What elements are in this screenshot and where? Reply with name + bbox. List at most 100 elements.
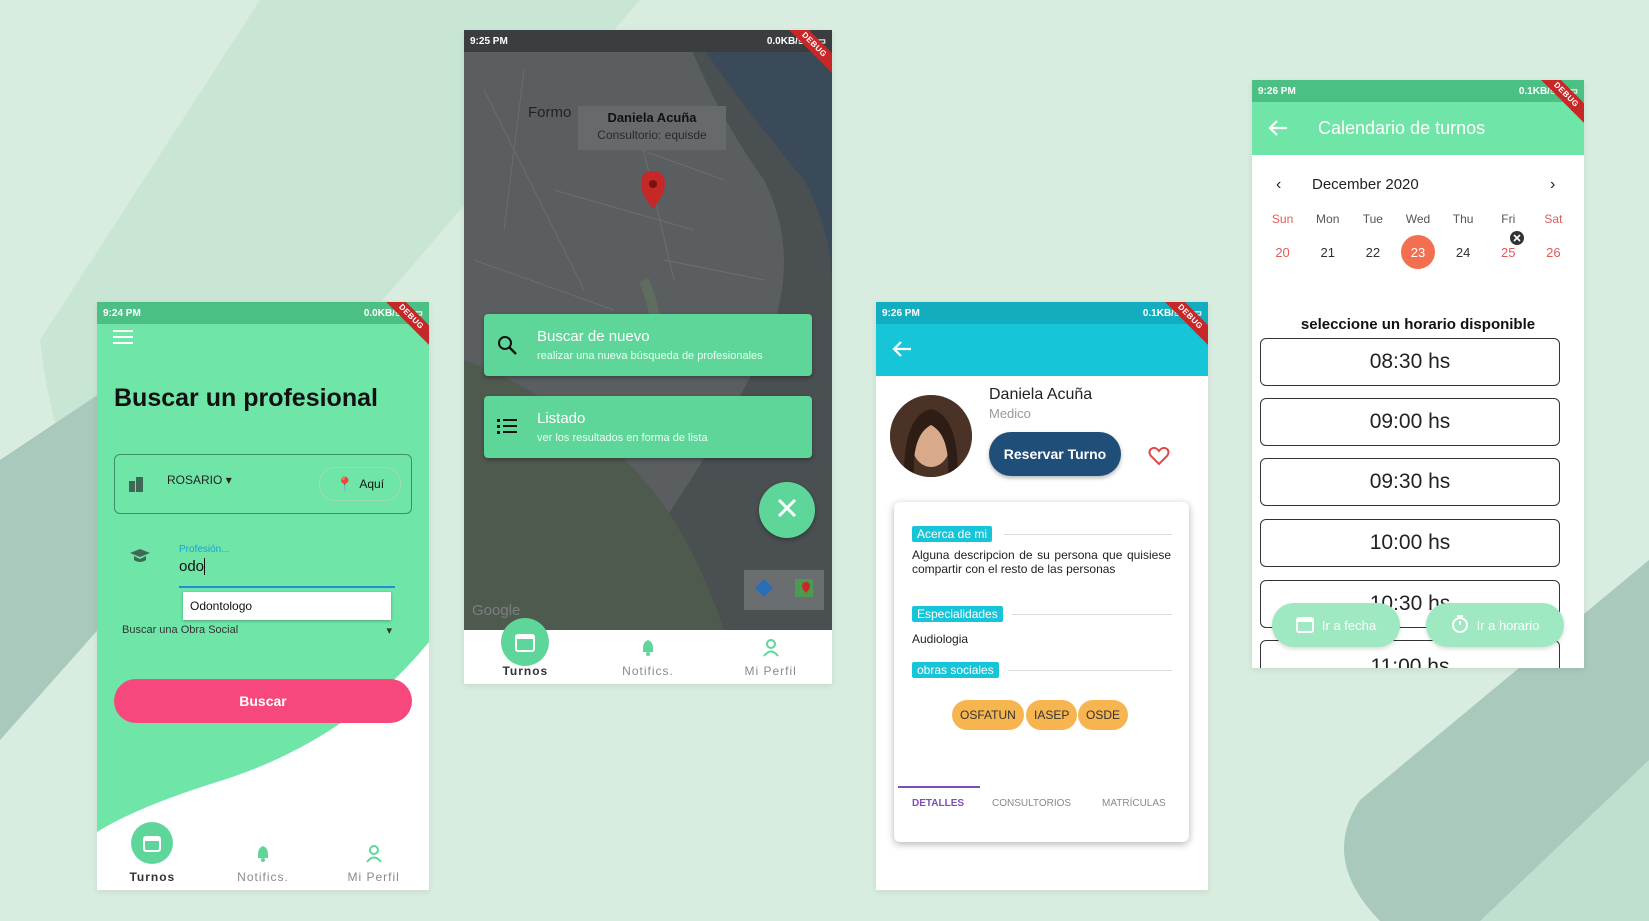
here-button[interactable]: 📍 Aquí: [319, 467, 401, 501]
weekday-row: Sun Mon Tue Wed Thu Fri Sat: [1260, 212, 1576, 226]
fab-label: Ir a fecha: [1321, 617, 1377, 633]
time-slot[interactable]: 08:30 hs: [1260, 338, 1560, 386]
chevron-right-icon[interactable]: ›: [1550, 176, 1555, 194]
obra-social-placeholder: Buscar una Obra Social: [122, 624, 239, 636]
tab-indicator: [898, 786, 980, 788]
page-title: Buscar un profesional: [114, 384, 378, 412]
nav-label: Turnos: [502, 664, 549, 678]
screen-search: 9:24 PM 0.0KB/s▴▭ DEBUG Buscar un profes…: [97, 302, 429, 890]
specialty-value: Audiologia: [912, 632, 969, 646]
nav-profile[interactable]: Mi Perfil: [709, 630, 832, 684]
person-icon: [365, 845, 382, 866]
here-label: Aquí: [359, 477, 385, 491]
status-time: 9:26 PM: [1258, 85, 1296, 97]
go-to-time-fab[interactable]: Ir a horario: [1426, 603, 1564, 647]
go-to-date-fab[interactable]: Ir a fecha: [1272, 603, 1400, 647]
back-arrow-icon[interactable]: [892, 340, 912, 363]
nav-notifications[interactable]: Notifics.: [587, 630, 710, 684]
map-info-popup: Daniela Acuña Consultorio: equisde: [578, 106, 726, 150]
action-subtitle: ver los resultados en forma de lista: [537, 432, 708, 444]
time-slot[interactable]: 09:00 hs: [1260, 398, 1560, 446]
weekday-label: Thu: [1452, 212, 1474, 226]
calendar-icon: [1295, 615, 1314, 636]
status-time: 9:26 PM: [882, 307, 920, 319]
open-maps-icon[interactable]: [794, 578, 814, 603]
profession-value: odo: [179, 558, 205, 575]
city-value: ROSARIO: [167, 473, 223, 487]
profession-input[interactable]: odo​: [179, 558, 395, 588]
map-brand-logo: Google: [472, 602, 521, 619]
weekday-label: Sat: [1544, 212, 1563, 226]
calendar-day[interactable]: 22: [1350, 245, 1395, 260]
tab-licenses[interactable]: MATRÍCULAS: [1102, 798, 1166, 809]
directions-icon[interactable]: [754, 578, 774, 603]
nav-label: Mi Perfil: [347, 870, 400, 884]
time-slot[interactable]: 10:00 hs: [1260, 519, 1560, 567]
professional-role: Medico: [989, 406, 1031, 421]
time-slot[interactable]: 09:30 hs: [1260, 458, 1560, 506]
close-icon: [777, 498, 797, 523]
autocomplete-suggestion[interactable]: Odontologo: [183, 592, 391, 620]
map-toolbar: [744, 570, 824, 610]
professional-name: Daniela Acuña: [989, 386, 1093, 403]
status-bar: 9:26 PM 0.1KB/s▴▭: [876, 302, 1208, 324]
calendar-month: December 2020: [1312, 176, 1419, 193]
screen-map: 9:25 PM 0.0KB/s▴▭ DEBUG Formo Daniela Ac…: [464, 30, 832, 684]
list-results-button[interactable]: Listado ver los resultados en forma de l…: [484, 396, 812, 458]
status-time: 9:24 PM: [103, 307, 141, 319]
status-bar: 9:26 PM 0.1KB/s▴▭: [1252, 80, 1584, 102]
bell-icon: [640, 639, 656, 660]
calendar-day[interactable]: 21: [1305, 245, 1350, 260]
calendar-day[interactable]: 26: [1531, 245, 1576, 260]
nav-turnos[interactable]: Turnos: [464, 618, 587, 684]
city-dropdown[interactable]: ROSARIO ▾: [167, 473, 232, 487]
details-card: Acerca de mi Alguna descripcion de su pe…: [894, 502, 1189, 842]
bottom-navigation: Turnos Notifics. Mi Perfil: [97, 822, 429, 890]
chevron-down-icon: ▾: [225, 473, 232, 487]
action-subtitle: realizar una nueva búsqueda de profesion…: [537, 350, 763, 362]
nav-label: Notifics.: [237, 870, 289, 884]
nav-notifications[interactable]: Notifics.: [208, 836, 319, 890]
specialties-tag: Especialidades: [912, 606, 1003, 622]
status-time: 9:25 PM: [470, 35, 508, 47]
unavailable-icon: [1509, 230, 1524, 248]
screen-appointment-calendar: 9:26 PM 0.1KB/s▴▭ DEBUG Calendario de tu…: [1252, 80, 1584, 668]
weekday-label: Wed: [1405, 212, 1431, 226]
nav-profile[interactable]: Mi Perfil: [318, 836, 429, 890]
tab-offices[interactable]: CONSULTORIOS: [992, 798, 1071, 809]
calendar-icon: [131, 822, 174, 864]
calendar-day[interactable]: 20: [1260, 245, 1305, 260]
avatar: [890, 395, 972, 477]
weekday-label: Tue: [1362, 212, 1383, 226]
bottom-navigation: Turnos Notifics. Mi Perfil: [464, 618, 832, 684]
back-arrow-icon[interactable]: [1268, 119, 1288, 142]
search-button[interactable]: Buscar: [114, 679, 412, 723]
list-icon: [496, 416, 518, 443]
chevron-left-icon[interactable]: ‹: [1276, 176, 1281, 194]
divider: [1004, 534, 1172, 535]
nav-turnos[interactable]: Turnos: [97, 822, 208, 890]
search-again-button[interactable]: Buscar de nuevo realizar una nueva búsqu…: [484, 314, 812, 376]
status-bar: 9:24 PM 0.0KB/s▴▭: [97, 302, 429, 324]
obra-social-chip[interactable]: OSDE: [1078, 700, 1129, 730]
close-fab[interactable]: [759, 482, 815, 538]
calendar-day-selected[interactable]: 23: [1395, 235, 1440, 269]
map-marker-icon[interactable]: [640, 170, 666, 215]
divider: [1012, 614, 1172, 615]
bell-icon: [255, 845, 271, 866]
calendar-day[interactable]: 24: [1441, 245, 1486, 260]
reserve-turn-button[interactable]: Reservar Turno: [989, 432, 1121, 476]
calendar-day[interactable]: 25: [1486, 230, 1531, 260]
location-box: ROSARIO ▾ 📍 Aquí: [114, 454, 412, 514]
menu-icon[interactable]: [113, 328, 135, 351]
weekday-label: Sun: [1271, 212, 1294, 226]
calendar-icon: [501, 618, 550, 666]
tab-details[interactable]: DETALLES: [912, 798, 964, 809]
nav-label: Mi Perfil: [744, 664, 797, 678]
obra-social-chip[interactable]: IASEP: [1026, 700, 1078, 730]
screen-professional-profile: 9:26 PM 0.1KB/s▴▭ DEBUG Daniela Acuña Me…: [876, 302, 1208, 890]
obra-social-dropdown[interactable]: Buscar una Obra Social ▾: [122, 624, 392, 637]
selected-day-value: 23: [1400, 235, 1435, 269]
favorite-heart-icon[interactable]: [1148, 446, 1170, 471]
obra-social-chip[interactable]: OSFATUN: [952, 700, 1024, 730]
